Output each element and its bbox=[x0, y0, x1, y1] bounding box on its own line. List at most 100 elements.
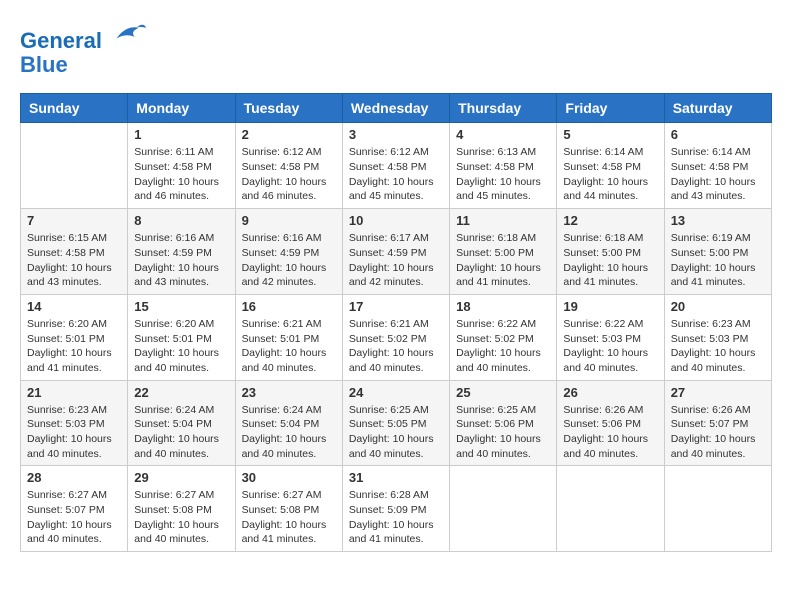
calendar-cell: 6 Sunrise: 6:14 AM Sunset: 4:58 PM Daylig… bbox=[664, 123, 771, 209]
day-number: 23 bbox=[242, 385, 336, 400]
day-info: Sunrise: 6:16 AM Sunset: 4:59 PM Dayligh… bbox=[242, 231, 336, 290]
day-info: Sunrise: 6:15 AM Sunset: 4:58 PM Dayligh… bbox=[27, 231, 121, 290]
calendar-cell: 26 Sunrise: 6:26 AM Sunset: 5:06 PM Dayli… bbox=[557, 380, 664, 466]
day-number: 15 bbox=[134, 299, 228, 314]
page-header: General Blue bbox=[20, 20, 772, 77]
logo-bird-icon bbox=[112, 20, 148, 48]
day-info: Sunrise: 6:23 AM Sunset: 5:03 PM Dayligh… bbox=[27, 403, 121, 462]
day-number: 31 bbox=[349, 470, 443, 485]
day-info: Sunrise: 6:18 AM Sunset: 5:00 PM Dayligh… bbox=[563, 231, 657, 290]
day-number: 19 bbox=[563, 299, 657, 314]
day-info: Sunrise: 6:14 AM Sunset: 4:58 PM Dayligh… bbox=[563, 145, 657, 204]
calendar-cell: 14Sunrise: 6:20 AM Sunset: 5:01 PM Dayli… bbox=[21, 294, 128, 380]
calendar-cell: 3 Sunrise: 6:12 AM Sunset: 4:58 PM Daylig… bbox=[342, 123, 449, 209]
day-info: Sunrise: 6:26 AM Sunset: 5:06 PM Dayligh… bbox=[563, 403, 657, 462]
day-number: 5 bbox=[563, 127, 657, 142]
day-number: 14 bbox=[27, 299, 121, 314]
calendar-cell: 5 Sunrise: 6:14 AM Sunset: 4:58 PM Daylig… bbox=[557, 123, 664, 209]
day-info: Sunrise: 6:14 AM Sunset: 4:58 PM Dayligh… bbox=[671, 145, 765, 204]
day-info: Sunrise: 6:21 AM Sunset: 5:02 PM Dayligh… bbox=[349, 317, 443, 376]
calendar-cell: 21 Sunrise: 6:23 AM Sunset: 5:03 PM Dayli… bbox=[21, 380, 128, 466]
day-number: 4 bbox=[456, 127, 550, 142]
calendar-cell: 12 Sunrise: 6:18 AM Sunset: 5:00 PM Dayli… bbox=[557, 209, 664, 295]
calendar-cell: 28 Sunrise: 6:27 AM Sunset: 5:07 PM Dayli… bbox=[21, 466, 128, 552]
calendar-cell: 17 Sunrise: 6:21 AM Sunset: 5:02 PM Dayli… bbox=[342, 294, 449, 380]
day-number: 26 bbox=[563, 385, 657, 400]
day-number: 2 bbox=[242, 127, 336, 142]
day-info: Sunrise: 6:21 AM Sunset: 5:01 PM Dayligh… bbox=[242, 317, 336, 376]
calendar-week-4: 21 Sunrise: 6:23 AM Sunset: 5:03 PM Dayli… bbox=[21, 380, 772, 466]
day-info: Sunrise: 6:26 AM Sunset: 5:07 PM Dayligh… bbox=[671, 403, 765, 462]
calendar-cell bbox=[664, 466, 771, 552]
day-info: Sunrise: 6:20 AM Sunset: 5:01 PM Dayligh… bbox=[134, 317, 228, 376]
day-header-saturday: Saturday bbox=[664, 94, 771, 123]
day-info: Sunrise: 6:19 AM Sunset: 5:00 PM Dayligh… bbox=[671, 231, 765, 290]
calendar-cell bbox=[21, 123, 128, 209]
calendar-week-5: 28 Sunrise: 6:27 AM Sunset: 5:07 PM Dayli… bbox=[21, 466, 772, 552]
day-info: Sunrise: 6:28 AM Sunset: 5:09 PM Dayligh… bbox=[349, 488, 443, 547]
day-number: 17 bbox=[349, 299, 443, 314]
day-number: 12 bbox=[563, 213, 657, 228]
day-number: 1 bbox=[134, 127, 228, 142]
day-number: 7 bbox=[27, 213, 121, 228]
calendar-cell: 23 Sunrise: 6:24 AM Sunset: 5:04 PM Dayli… bbox=[235, 380, 342, 466]
calendar-header-row: SundayMondayTuesdayWednesdayThursdayFrid… bbox=[21, 94, 772, 123]
day-number: 6 bbox=[671, 127, 765, 142]
calendar-cell: 24Sunrise: 6:25 AM Sunset: 5:05 PM Dayli… bbox=[342, 380, 449, 466]
calendar-cell: 11Sunrise: 6:18 AM Sunset: 5:00 PM Dayli… bbox=[450, 209, 557, 295]
day-info: Sunrise: 6:17 AM Sunset: 4:59 PM Dayligh… bbox=[349, 231, 443, 290]
day-info: Sunrise: 6:27 AM Sunset: 5:07 PM Dayligh… bbox=[27, 488, 121, 547]
day-number: 9 bbox=[242, 213, 336, 228]
day-number: 22 bbox=[134, 385, 228, 400]
calendar-cell: 4 Sunrise: 6:13 AM Sunset: 4:58 PM Daylig… bbox=[450, 123, 557, 209]
calendar-table: SundayMondayTuesdayWednesdayThursdayFrid… bbox=[20, 93, 772, 552]
day-info: Sunrise: 6:11 AM Sunset: 4:58 PM Dayligh… bbox=[134, 145, 228, 204]
day-number: 8 bbox=[134, 213, 228, 228]
day-info: Sunrise: 6:12 AM Sunset: 4:58 PM Dayligh… bbox=[242, 145, 336, 204]
day-header-tuesday: Tuesday bbox=[235, 94, 342, 123]
calendar-cell: 18 Sunrise: 6:22 AM Sunset: 5:02 PM Dayli… bbox=[450, 294, 557, 380]
day-number: 24 bbox=[349, 385, 443, 400]
logo: General Blue bbox=[20, 20, 148, 77]
calendar-cell: 19Sunrise: 6:22 AM Sunset: 5:03 PM Dayli… bbox=[557, 294, 664, 380]
day-number: 25 bbox=[456, 385, 550, 400]
calendar-cell: 1 Sunrise: 6:11 AM Sunset: 4:58 PM Daylig… bbox=[128, 123, 235, 209]
day-info: Sunrise: 6:12 AM Sunset: 4:58 PM Dayligh… bbox=[349, 145, 443, 204]
day-info: Sunrise: 6:24 AM Sunset: 5:04 PM Dayligh… bbox=[242, 403, 336, 462]
day-number: 20 bbox=[671, 299, 765, 314]
day-number: 18 bbox=[456, 299, 550, 314]
logo-general: General bbox=[20, 28, 102, 53]
calendar-cell: 27Sunrise: 6:26 AM Sunset: 5:07 PM Dayli… bbox=[664, 380, 771, 466]
day-header-monday: Monday bbox=[128, 94, 235, 123]
day-number: 13 bbox=[671, 213, 765, 228]
calendar-week-1: 1 Sunrise: 6:11 AM Sunset: 4:58 PM Daylig… bbox=[21, 123, 772, 209]
calendar-cell: 30Sunrise: 6:27 AM Sunset: 5:08 PM Dayli… bbox=[235, 466, 342, 552]
calendar-cell: 25 Sunrise: 6:25 AM Sunset: 5:06 PM Dayli… bbox=[450, 380, 557, 466]
calendar-cell: 13 Sunrise: 6:19 AM Sunset: 5:00 PM Dayli… bbox=[664, 209, 771, 295]
calendar-cell bbox=[557, 466, 664, 552]
calendar-cell: 29Sunrise: 6:27 AM Sunset: 5:08 PM Dayli… bbox=[128, 466, 235, 552]
calendar-cell: 8 Sunrise: 6:16 AM Sunset: 4:59 PM Daylig… bbox=[128, 209, 235, 295]
day-header-thursday: Thursday bbox=[450, 94, 557, 123]
day-info: Sunrise: 6:25 AM Sunset: 5:06 PM Dayligh… bbox=[456, 403, 550, 462]
day-info: Sunrise: 6:18 AM Sunset: 5:00 PM Dayligh… bbox=[456, 231, 550, 290]
day-info: Sunrise: 6:23 AM Sunset: 5:03 PM Dayligh… bbox=[671, 317, 765, 376]
calendar-cell bbox=[450, 466, 557, 552]
calendar-cell: 16 Sunrise: 6:21 AM Sunset: 5:01 PM Dayli… bbox=[235, 294, 342, 380]
day-number: 16 bbox=[242, 299, 336, 314]
day-number: 29 bbox=[134, 470, 228, 485]
day-number: 3 bbox=[349, 127, 443, 142]
day-number: 28 bbox=[27, 470, 121, 485]
calendar-week-2: 7 Sunrise: 6:15 AM Sunset: 4:58 PM Daylig… bbox=[21, 209, 772, 295]
day-info: Sunrise: 6:13 AM Sunset: 4:58 PM Dayligh… bbox=[456, 145, 550, 204]
day-header-friday: Friday bbox=[557, 94, 664, 123]
calendar-cell: 9 Sunrise: 6:16 AM Sunset: 4:59 PM Daylig… bbox=[235, 209, 342, 295]
calendar-cell: 7 Sunrise: 6:15 AM Sunset: 4:58 PM Daylig… bbox=[21, 209, 128, 295]
calendar-week-3: 14 Sunrise: 6:20 AM Sunset: 5:01 PM Dayli… bbox=[21, 294, 772, 380]
day-header-wednesday: Wednesday bbox=[342, 94, 449, 123]
day-number: 21 bbox=[27, 385, 121, 400]
logo-blue: Blue bbox=[20, 52, 68, 77]
calendar-cell: 15 Sunrise: 6:20 AM Sunset: 5:01 PM Dayli… bbox=[128, 294, 235, 380]
day-info: Sunrise: 6:16 AM Sunset: 4:59 PM Dayligh… bbox=[134, 231, 228, 290]
day-info: Sunrise: 6:22 AM Sunset: 5:02 PM Dayligh… bbox=[456, 317, 550, 376]
